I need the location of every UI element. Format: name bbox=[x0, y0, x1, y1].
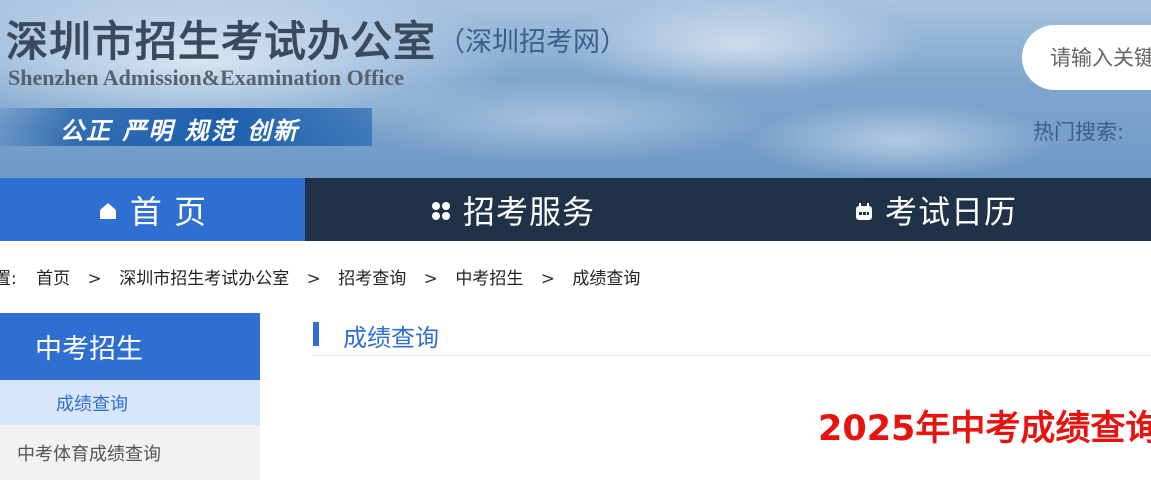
header-banner: 深圳市招生考试办公室 （深圳招考网） Shenzhen Admission&Ex… bbox=[0, 0, 1151, 178]
breadcrumb: 置: 首页 > 深圳市招生考试办公室 > 招考查询 > 中考招生 > 成绩查询 bbox=[0, 264, 640, 289]
slogan-text: 公正 严明 规范 创新 bbox=[60, 117, 300, 145]
search-input[interactable] bbox=[1048, 39, 1151, 77]
nav-item-calendar[interactable]: 考试日历 bbox=[721, 178, 1151, 241]
breadcrumb-item-zhongkao[interactable]: 中考招生 bbox=[455, 264, 523, 289]
calendar-icon bbox=[855, 191, 873, 229]
home-icon bbox=[98, 191, 118, 229]
sidebar-item-pe-scores[interactable]: 中考体育成绩查询 bbox=[0, 425, 260, 480]
hot-search-label: 热门搜索: bbox=[1033, 120, 1125, 144]
breadcrumb-prefix: 置: bbox=[0, 269, 17, 289]
search-box[interactable] bbox=[1022, 25, 1151, 90]
breadcrumb-separator: > bbox=[423, 269, 438, 289]
sidebar-title: 中考招生 bbox=[0, 313, 260, 380]
breadcrumb-separator: > bbox=[540, 269, 555, 289]
breadcrumb-item-office[interactable]: 深圳市招生考试办公室 bbox=[119, 264, 289, 289]
breadcrumb-separator: > bbox=[87, 269, 102, 289]
sidebar-item-scores[interactable]: 成绩查询 bbox=[0, 380, 260, 425]
main-nav: 首 页 招考服务 考试日历 bbox=[0, 178, 1151, 241]
breadcrumb-separator: > bbox=[306, 269, 321, 289]
nav-item-label: 考试日历 bbox=[884, 192, 1017, 231]
breadcrumb-item-home[interactable]: 首页 bbox=[36, 264, 70, 289]
nav-item-label: 首 页 bbox=[129, 192, 208, 231]
section-marker bbox=[313, 322, 319, 346]
page-heading: 2025年中考成绩查询 bbox=[818, 409, 1151, 449]
site-logo-english: Shenzhen Admission&Examination Office bbox=[8, 65, 405, 90]
nav-item-services[interactable]: 招考服务 bbox=[305, 178, 721, 241]
grid-icon bbox=[431, 191, 451, 229]
breadcrumb-item-scores[interactable]: 成绩查询 bbox=[572, 264, 640, 289]
site-logo-subtitle: （深圳招考网） bbox=[438, 27, 627, 58]
breadcrumb-item-query[interactable]: 招考查询 bbox=[338, 264, 406, 289]
section-title: 成绩查询 bbox=[343, 324, 439, 352]
site-logo-title[interactable]: 深圳市招生考试办公室 bbox=[6, 8, 436, 69]
nav-item-label: 招考服务 bbox=[462, 192, 595, 231]
nav-item-home[interactable]: 首 页 bbox=[0, 178, 305, 241]
section-divider bbox=[313, 355, 1151, 356]
